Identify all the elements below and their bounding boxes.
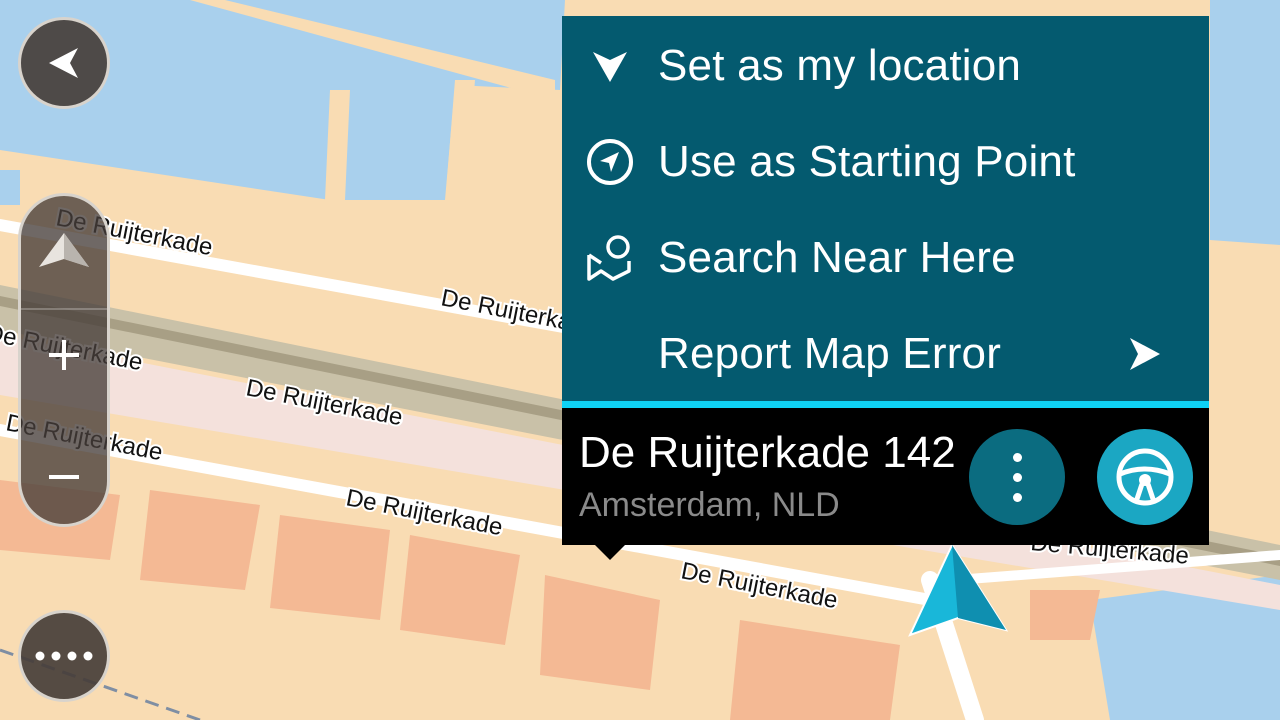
zoom-control-panel [18,193,110,527]
vertical-dots-icon [1012,472,1022,482]
zoom-out-button[interactable] [21,432,107,522]
menu-item-label: Use as Starting Point [658,137,1076,186]
menu-item-use-as-starting-point[interactable]: Use as Starting Point [562,114,1209,210]
menu-item-report-map-error[interactable]: Report Map Error [562,306,1209,402]
options-button[interactable] [969,429,1065,525]
menu-item-set-as-my-location[interactable]: Set as my location [562,18,1209,114]
drive-button[interactable] [1097,429,1193,525]
menu-item-label: Search Near Here [658,233,1016,282]
zoom-in-button[interactable] [21,308,107,400]
vertical-dots-icon [1012,452,1022,462]
starting-point-icon [584,136,636,188]
compass-arrow-icon [39,233,89,267]
location-marker-icon [584,40,636,92]
main-menu-button[interactable] [18,610,110,702]
search-near-icon [584,232,636,284]
back-arrow-icon [49,48,78,78]
location-info-panel: De Ruijterkade 142 Amsterdam, NLD [562,408,1209,545]
minus-icon [49,475,79,479]
popup-pointer [594,544,626,560]
water-area [0,170,20,205]
vertical-dots-icon [1012,492,1022,502]
popup-divider [562,401,1209,408]
menu-item-label: Report Map Error [658,329,1002,378]
location-popup-menu: Set as my location Use as Starting Point… [562,16,1209,401]
steering-wheel-icon [1116,448,1174,506]
more-dots-icon [35,651,93,661]
compass-button[interactable] [21,216,107,286]
back-button[interactable] [18,17,110,109]
menu-item-label: Set as my location [658,41,1022,90]
city-subtitle: Amsterdam, NLD [579,486,840,524]
address-title: De Ruijterkade 142 [579,428,956,477]
chevron-right-icon [1125,334,1165,374]
plus-icon [49,340,79,370]
menu-item-search-near-here[interactable]: Search Near Here [562,210,1209,306]
